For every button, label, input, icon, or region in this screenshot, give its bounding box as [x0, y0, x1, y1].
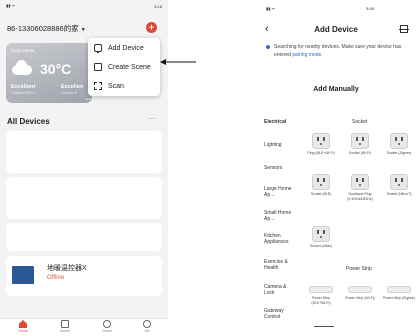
device-label: Power Strip (Zigbee) — [382, 296, 416, 300]
category-sensors[interactable]: Sensors — [264, 165, 294, 171]
device-card[interactable] — [6, 131, 162, 173]
category-camera-lock[interactable]: Camera & Lock — [264, 284, 294, 296]
signal-icon: ▮▮ ᯤ — [6, 3, 16, 8]
category-lighting[interactable]: Lighting — [264, 142, 294, 148]
info-dot-icon — [266, 45, 270, 49]
weather-card[interactable]: Cozy Home 30°C Excellent Outdoor PM2.5 E… — [6, 43, 92, 103]
create-scene-icon — [94, 63, 102, 71]
socket-icon[interactable] — [390, 174, 408, 190]
device-label: Socket (NB-IoT) — [386, 192, 412, 196]
menu-add-device-label: Add Device — [108, 44, 144, 52]
tab-bar: Home Scene Smart Me — [0, 318, 168, 336]
category-small-home[interactable]: Small Home Ap... — [264, 210, 294, 222]
category-exercise[interactable]: Exercise & Health — [264, 259, 294, 271]
category-large-home[interactable]: Large Home Ap... — [264, 186, 294, 198]
menu-add-device[interactable]: Add Device — [94, 42, 144, 54]
device-label: Socket (other) — [310, 244, 332, 248]
category-kitchen[interactable]: Kitchen Appliances — [264, 233, 294, 245]
category-gateway[interactable]: Gateway Control — [264, 308, 294, 320]
device-status: Offline — [47, 275, 65, 281]
tab-home[interactable]: Home — [8, 320, 38, 333]
power-strip-icon[interactable] — [309, 286, 333, 293]
add-icon[interactable]: + — [146, 22, 157, 33]
menu-scan-label: Scan — [108, 82, 124, 90]
menu-create-scene-label: Create Scene — [108, 63, 151, 71]
power-strip-header: Power Strip — [346, 266, 372, 272]
power-strip-icon[interactable] — [348, 286, 372, 293]
menu-scan[interactable]: Scan — [94, 80, 124, 92]
device-card[interactable] — [6, 177, 162, 219]
socket-icon[interactable] — [351, 133, 369, 149]
tab-scene[interactable]: Scene — [50, 320, 80, 333]
pointer-arrow-icon — [160, 59, 196, 65]
home-selector[interactable]: 86-13306028886的家 ▼ — [7, 23, 86, 34]
device-card[interactable] — [6, 223, 162, 251]
device-label: Socket (Zigbee) — [386, 151, 412, 155]
tab-me-label: Me — [144, 329, 150, 333]
weather-home-label: Cozy Home — [11, 48, 35, 53]
category-electrical[interactable]: Electrical — [264, 119, 294, 125]
thermostat-icon — [12, 266, 34, 284]
device-label: Power Strip (BLE+Wi-Fi) — [311, 296, 331, 305]
pairing-mode-link[interactable]: pairing mode. — [292, 52, 322, 58]
socket-icon[interactable] — [390, 133, 408, 149]
temperature: 30°C — [40, 61, 72, 77]
scan-icon[interactable] — [399, 25, 409, 33]
signal-icon: ▮▮ ᯤ — [266, 6, 276, 11]
more-icon[interactable]: ··· — [148, 114, 156, 123]
device-label: Plug (BLE+Wi-Fi) — [307, 151, 335, 155]
status-bar: ▮▮ ᯤ 5:18 — [0, 0, 168, 12]
tab-home-label: Home — [18, 329, 28, 333]
socket-header: Socket — [352, 119, 368, 125]
scan-icon — [94, 82, 102, 90]
humidity-quality: Excellen — [61, 84, 84, 90]
tab-smart-label: Smart — [102, 329, 112, 333]
section-title: All Devices — [7, 117, 50, 126]
tab-smart[interactable]: Smart — [92, 320, 122, 333]
smart-icon — [103, 320, 111, 328]
add-device-screen: ▮▮ ᯤ 3:08 ‹ Add Device Searching for nea… — [256, 0, 416, 336]
device-label: Socket (BLE) — [310, 192, 332, 196]
power-strip-icon[interactable] — [387, 286, 411, 293]
tab-me[interactable]: Me — [132, 320, 162, 333]
cloud-icon — [12, 60, 32, 75]
socket-icon[interactable] — [351, 174, 369, 190]
scene-icon — [61, 320, 69, 328]
menu-create-scene[interactable]: Create Scene — [94, 61, 151, 73]
device-label: Dualband Plug (2.4GHz&5GHz) — [347, 192, 373, 201]
status-time: 3:08 — [366, 6, 374, 11]
page-title: Add Device — [314, 25, 358, 34]
socket-icon[interactable] — [312, 174, 330, 190]
device-label: Power Strip (Wi-Fi) — [345, 296, 375, 300]
status-time: 5:18 — [154, 3, 162, 9]
pager-dots: •• — [86, 97, 92, 103]
home-icon — [19, 320, 27, 328]
add-menu-popup: Add Device Create Scene Scan — [88, 38, 160, 96]
air-quality-label: Outdoor PM2.5 — [11, 91, 35, 95]
device-name: 地暖温控器X — [47, 265, 87, 272]
socket-icon[interactable] — [312, 226, 330, 242]
socket-icon[interactable] — [312, 133, 330, 149]
home-indicator — [314, 326, 334, 327]
home-screen: ▮▮ ᯤ 5:18 86-13306028886的家 ▼ + Cozy Home … — [0, 0, 168, 336]
air-quality: Excellent — [11, 84, 36, 90]
device-label: Socket (Wi-Fi) — [348, 151, 372, 155]
me-icon — [143, 320, 151, 328]
searching-notice: Searching for nearby devices. Make sure … — [266, 43, 414, 59]
add-device-icon — [94, 44, 102, 53]
tab-scene-label: Scene — [60, 329, 70, 333]
add-manually-title: Add Manually — [313, 86, 359, 93]
chevron-down-icon: ▼ — [80, 27, 86, 33]
humidity-label: Outdoor H — [61, 91, 78, 95]
home-name: 86-13306028886的家 — [7, 24, 79, 33]
